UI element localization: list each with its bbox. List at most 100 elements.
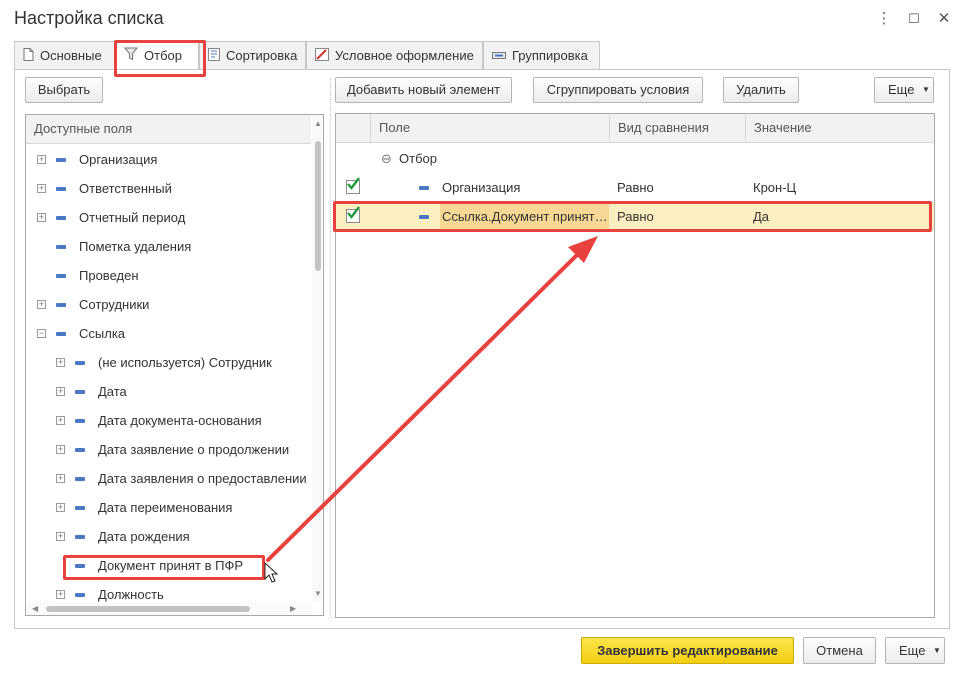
field-icon xyxy=(419,186,429,190)
expand-icon[interactable]: + xyxy=(56,474,65,483)
expand-icon[interactable]: + xyxy=(56,590,65,599)
collapse-icon[interactable]: − xyxy=(37,329,46,338)
tree-item[interactable]: + Дата рождения xyxy=(26,522,311,551)
page-icon xyxy=(23,43,34,70)
dropdown-arrow-icon: ▼ xyxy=(933,646,941,655)
filter-row-checkbox[interactable] xyxy=(346,177,360,194)
grid-header: Поле Вид сравнения Значение xyxy=(336,114,934,143)
filter-icon xyxy=(123,43,139,70)
checkmark-icon xyxy=(347,177,360,190)
horizontal-scroll-thumb[interactable] xyxy=(46,606,250,612)
tab-conditional-format[interactable]: Условное оформление xyxy=(306,41,483,70)
tree-item-label: Дата xyxy=(98,384,127,399)
available-fields-tree[interactable]: Доступные поля + Организация + Ответстве… xyxy=(25,114,324,616)
tree-item[interactable]: + Дата документа-основания xyxy=(26,406,311,435)
more-icon[interactable]: ⋮ xyxy=(873,8,895,30)
tab-sort[interactable]: Сортировка xyxy=(199,41,306,70)
vertical-scroll-thumb[interactable] xyxy=(315,141,321,271)
field-icon xyxy=(56,274,66,278)
title-bar: Настройка списка ⋮ ☐ ✕ xyxy=(0,0,965,38)
group-conditions-button[interactable]: Сгруппировать условия xyxy=(533,77,703,103)
filter-row-field[interactable]: Организация xyxy=(442,173,607,202)
tab-grouping[interactable]: Группировка xyxy=(483,41,600,70)
select-button[interactable]: Выбрать xyxy=(25,77,103,103)
tree-item[interactable]: + Ответственный xyxy=(26,174,311,203)
field-icon xyxy=(75,419,85,423)
tree-item[interactable]: + Дата заявления о предоставлении xyxy=(26,464,311,493)
tab-filter[interactable]: Отбор xyxy=(115,41,199,71)
scroll-left-icon[interactable]: ◀ xyxy=(32,604,38,613)
delete-button[interactable]: Удалить xyxy=(723,77,799,103)
tree-header: Доступные поля xyxy=(26,115,311,144)
expand-icon[interactable]: + xyxy=(56,445,65,454)
maximize-icon[interactable]: ☐ xyxy=(903,8,925,30)
tree-item[interactable]: − Ссылка xyxy=(26,319,311,348)
tree-item[interactable]: + (не используется) Сотрудник xyxy=(26,348,311,377)
field-icon xyxy=(56,332,66,336)
tree-item[interactable]: + Дата xyxy=(26,377,311,406)
filter-row-checkbox[interactable] xyxy=(346,206,360,223)
add-element-button[interactable]: Добавить новый элемент xyxy=(335,77,512,103)
collapse-icon[interactable]: ⊖ xyxy=(381,144,392,173)
scroll-right-icon[interactable]: ▶ xyxy=(290,604,296,613)
expand-icon[interactable]: + xyxy=(37,213,46,222)
field-icon xyxy=(75,361,85,365)
footer-more-label: Еще xyxy=(899,643,926,658)
expand-icon[interactable]: + xyxy=(56,358,65,367)
filter-group-row[interactable]: ⊖ Отбор xyxy=(336,144,934,173)
filter-row-value[interactable]: Крон-Ц xyxy=(753,173,933,202)
tree-item[interactable]: + Дата заявление о продолжении xyxy=(26,435,311,464)
field-icon xyxy=(56,245,66,249)
expand-icon[interactable]: + xyxy=(56,532,65,541)
footer-more-button[interactable]: Еще ▼ xyxy=(885,637,945,664)
finish-editing-button[interactable]: Завершить редактирование xyxy=(581,637,794,664)
filter-row-comparison[interactable]: Равно xyxy=(617,202,745,231)
tree-item-label: Дата рождения xyxy=(98,529,190,544)
tree-item[interactable]: + Организация xyxy=(26,145,311,174)
tree-item[interactable]: + Отчетный период xyxy=(26,203,311,232)
format-icon xyxy=(315,43,329,70)
filter-group-label: Отбор xyxy=(399,151,437,166)
filter-row-value[interactable]: Да xyxy=(753,202,933,231)
column-header-comparison[interactable]: Вид сравнения xyxy=(609,114,745,143)
horizontal-scrollbar[interactable]: ◀ ▶ xyxy=(26,602,312,615)
column-header-value[interactable]: Значение xyxy=(745,114,934,143)
filter-row[interactable]: Организация Равно Крон-Ц xyxy=(336,173,934,202)
filter-row-comparison[interactable]: Равно xyxy=(617,173,745,202)
tree-item[interactable]: Пометка удаления xyxy=(26,232,311,261)
column-header-field[interactable]: Поле xyxy=(370,114,610,143)
field-icon xyxy=(75,448,85,452)
field-icon xyxy=(75,390,85,394)
field-icon xyxy=(75,506,85,510)
close-icon[interactable]: ✕ xyxy=(933,8,955,30)
checkmark-icon xyxy=(347,206,360,219)
filter-row-field[interactable]: Ссылка.Документ принят в ПФР xyxy=(440,202,609,231)
more-button[interactable]: Еще ▼ xyxy=(874,77,934,103)
tree-item[interactable]: Проведен xyxy=(26,261,311,290)
tree-item-label: Сотрудники xyxy=(79,297,150,312)
panel-splitter[interactable] xyxy=(330,78,331,618)
expand-icon[interactable]: + xyxy=(56,387,65,396)
expand-icon[interactable]: + xyxy=(56,416,65,425)
tree-item-label: Ответственный xyxy=(79,181,172,196)
expand-icon[interactable]: + xyxy=(37,300,46,309)
scroll-up-icon[interactable]: ▲ xyxy=(314,119,322,128)
filter-row-selected[interactable]: Ссылка.Документ принят в ПФР Равно Да xyxy=(336,202,934,231)
tree-item-document-accepted-pfr[interactable]: Документ принят в ПФР xyxy=(26,551,311,580)
sort-icon xyxy=(208,43,220,70)
cancel-button[interactable]: Отмена xyxy=(803,637,876,664)
vertical-scrollbar[interactable]: ▲ ▼ xyxy=(312,115,323,602)
tree-item-label: Дата заявления о предоставлении xyxy=(98,471,307,486)
scroll-down-icon[interactable]: ▼ xyxy=(314,589,322,598)
field-icon xyxy=(75,564,85,568)
tree-item-label: Дата документа-основания xyxy=(98,413,262,428)
expand-icon[interactable]: + xyxy=(37,155,46,164)
tree-item[interactable]: + Дата переименования xyxy=(26,493,311,522)
tab-filter-label: Отбор xyxy=(144,48,182,63)
tab-main[interactable]: Основные xyxy=(14,41,115,70)
tree-item-label: Отчетный период xyxy=(79,210,186,225)
tree-item[interactable]: + Сотрудники xyxy=(26,290,311,319)
filter-grid[interactable]: Поле Вид сравнения Значение ⊖ Отбор Орга… xyxy=(335,113,935,618)
expand-icon[interactable]: + xyxy=(56,503,65,512)
expand-icon[interactable]: + xyxy=(37,184,46,193)
